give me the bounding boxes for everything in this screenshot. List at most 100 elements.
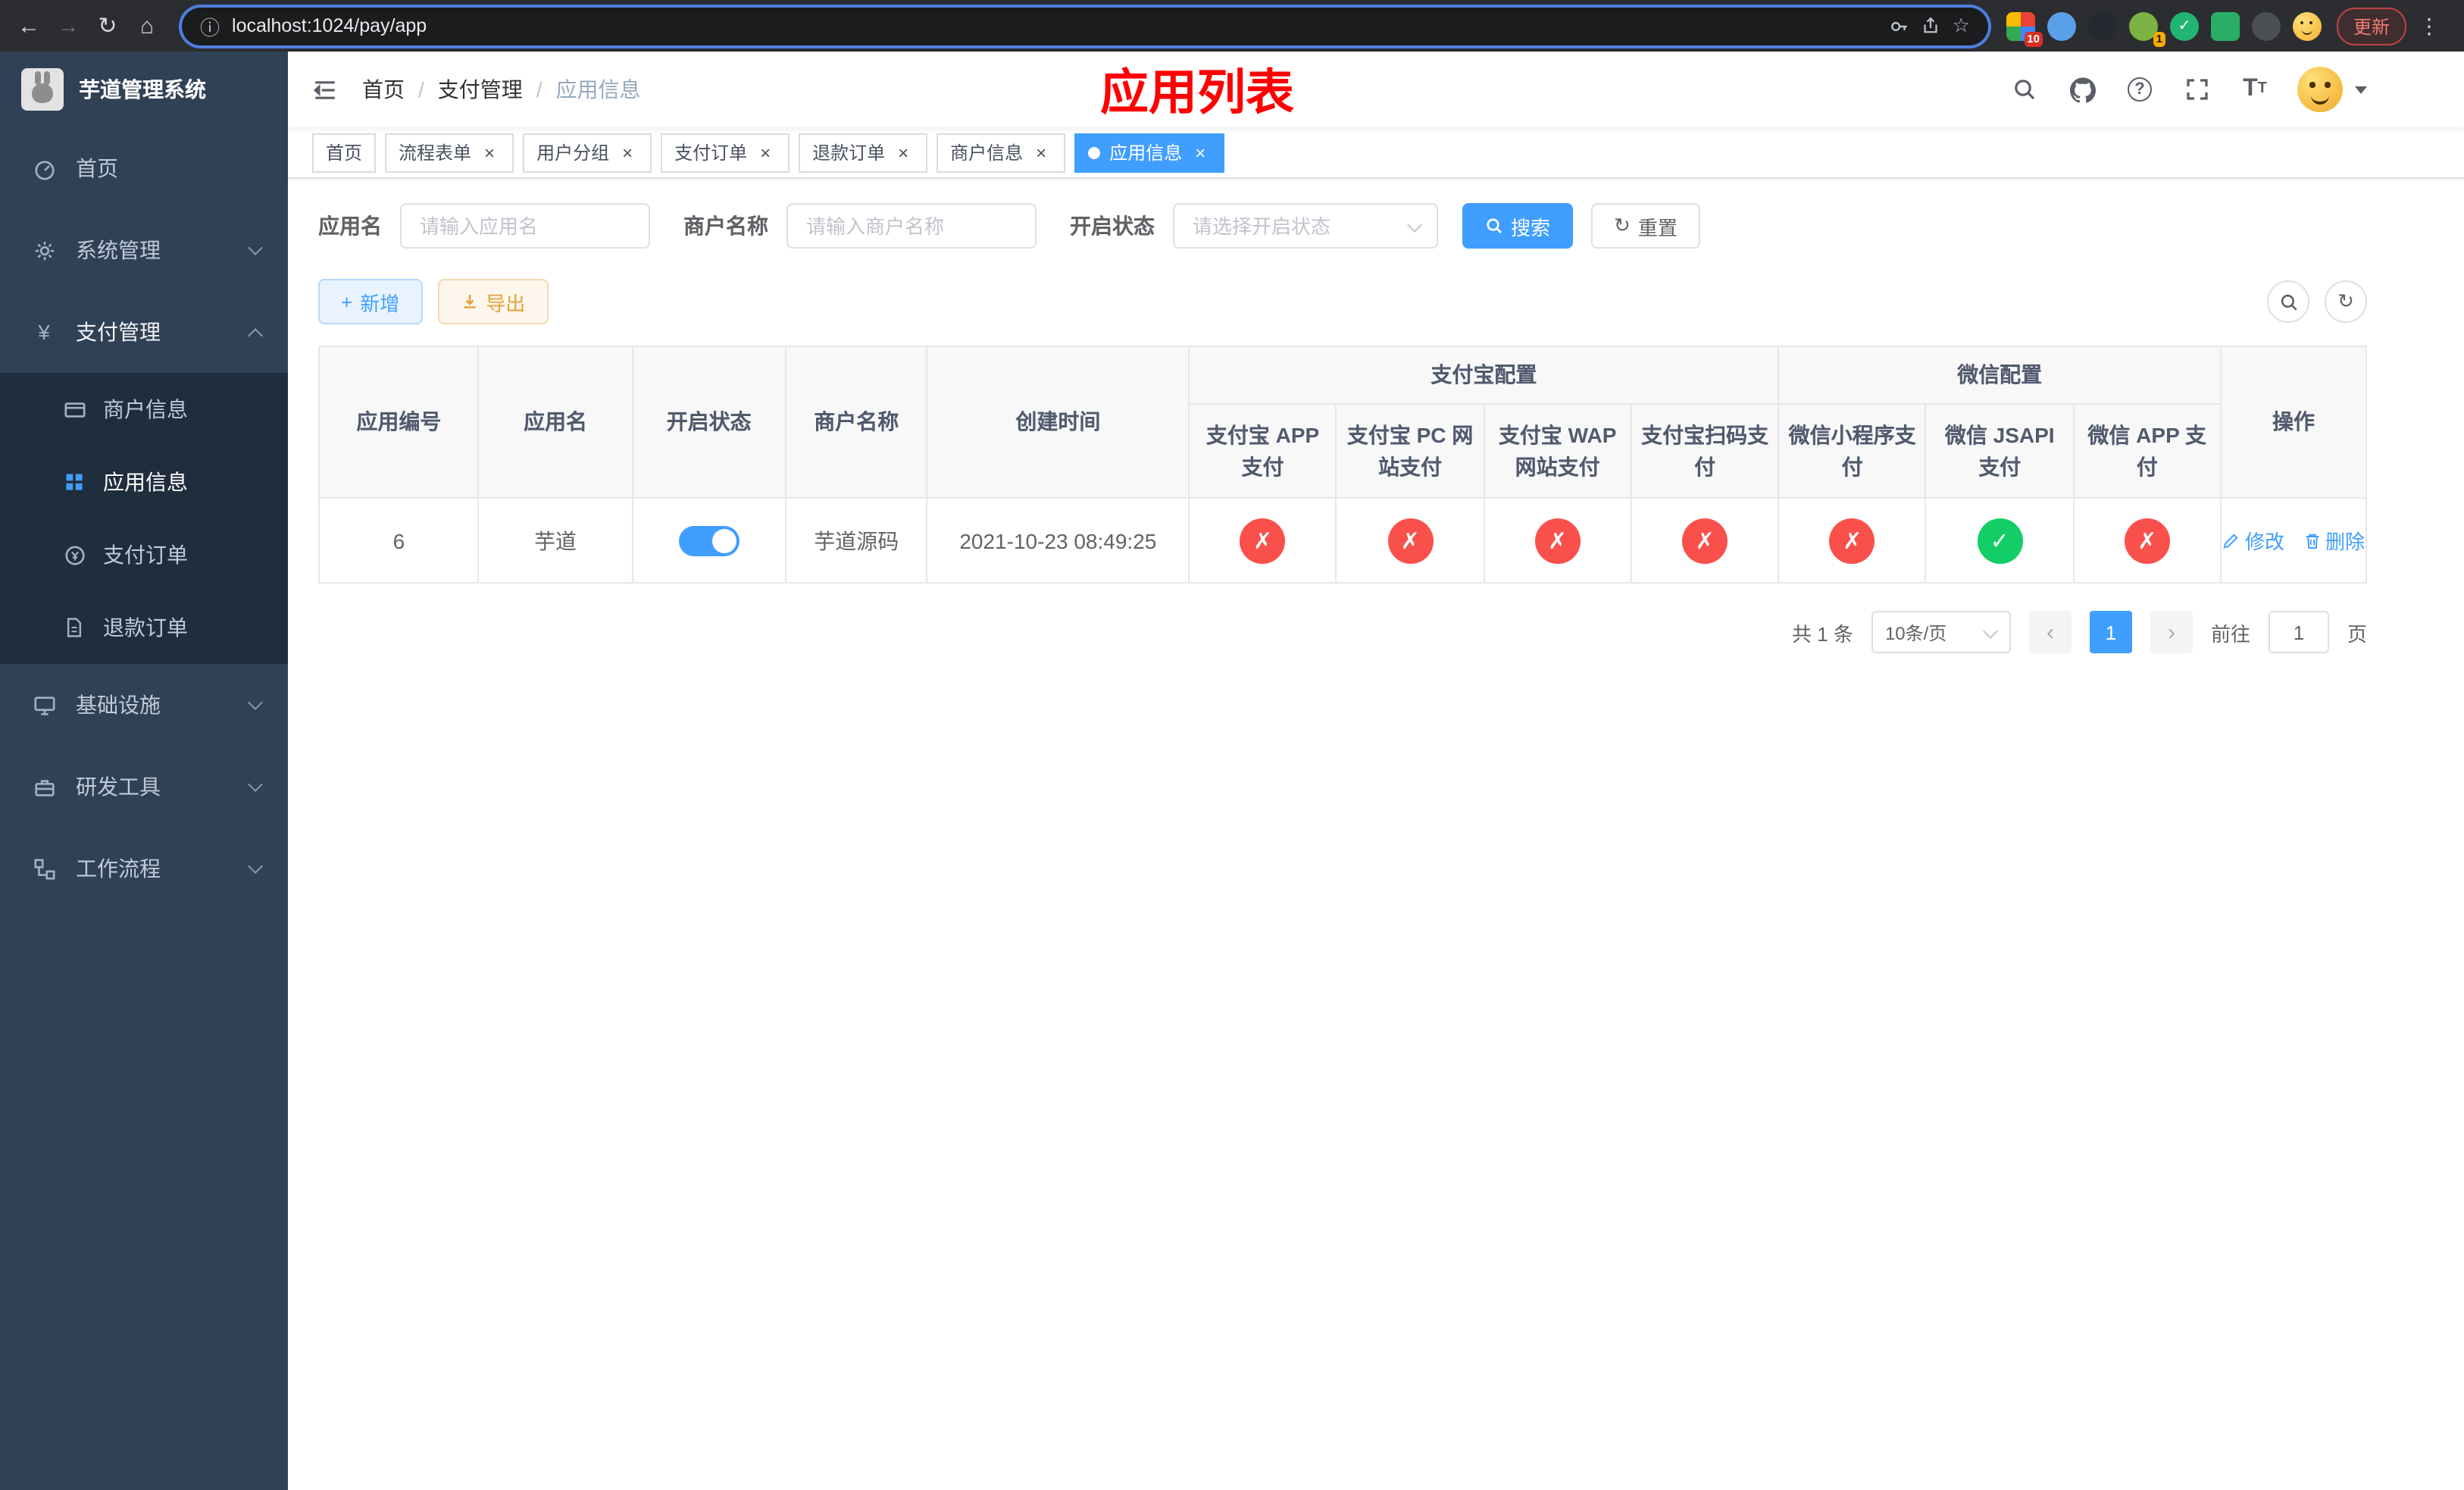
page-number-button[interactable]: 1: [2089, 611, 2132, 653]
tab-user-group[interactable]: 用户分组 ×: [523, 133, 652, 172]
extension-drop-icon[interactable]: [2047, 11, 2076, 40]
browser-update-button[interactable]: 更新: [2336, 7, 2406, 45]
merchant-name-input[interactable]: [786, 203, 1037, 249]
edit-button[interactable]: 修改: [2222, 526, 2284, 555]
tab-label: 支付订单: [674, 142, 748, 164]
delete-button[interactable]: 删除: [2303, 526, 2365, 555]
tab-refund-order[interactable]: 退款订单 ×: [799, 133, 928, 172]
col-group-wechat: 微信配置: [1778, 346, 2222, 405]
share-icon[interactable]: [1922, 17, 1940, 35]
breadcrumb: 首页 / 支付管理 / 应用信息: [362, 74, 641, 105]
breadcrumb-payment[interactable]: 支付管理: [438, 74, 523, 105]
col-header-wx-app: 微信 APP 支付: [2072, 403, 2222, 499]
total-count: 共 1 条: [1792, 622, 1853, 645]
sidebar-item-app-info[interactable]: 应用信息: [0, 446, 288, 518]
alipay-wap-cell: ✗: [1483, 497, 1632, 584]
export-button[interactable]: 导出: [437, 279, 549, 324]
breadcrumb-home[interactable]: 首页: [362, 74, 405, 105]
close-icon[interactable]: ×: [479, 142, 500, 163]
app-logo[interactable]: 芋道管理系统: [0, 52, 288, 127]
close-icon[interactable]: ×: [755, 142, 776, 163]
refresh-table-button[interactable]: ↻: [2325, 280, 2367, 323]
reset-button[interactable]: ↻ 重置: [1591, 203, 1700, 249]
font-size-icon[interactable]: TT: [2240, 74, 2270, 105]
chevron-up-icon: [248, 327, 263, 343]
forward-icon[interactable]: →: [48, 6, 88, 45]
col-group-alipay: 支付宝配置: [1188, 346, 1780, 405]
app-name-input[interactable]: [400, 203, 650, 249]
reload-icon[interactable]: ↻: [88, 6, 127, 45]
payment-submenu: 商户信息 应用信息 支付订单 退款订单: [0, 373, 288, 664]
sidebar-item-infra[interactable]: 基础设施: [0, 664, 288, 746]
status-cell: [631, 497, 787, 584]
tab-home[interactable]: 首页: [312, 133, 377, 172]
tab-merchant-info[interactable]: 商户信息 ×: [937, 133, 1066, 172]
close-icon[interactable]: ×: [893, 142, 914, 163]
extension-check-icon[interactable]: ✓: [2169, 11, 2199, 40]
active-tab-dot: [1088, 146, 1101, 158]
alipay-pc-cell: ✗: [1335, 497, 1485, 584]
sidebar-item-merchant-info[interactable]: 商户信息: [0, 373, 288, 446]
extension-puzzle-icon[interactable]: [2251, 11, 2281, 40]
browser-toolbar: ← → ↻ ⌂ ⓘ localhost:1024/pay/app ☆ 10 1 …: [0, 0, 2464, 52]
sidebar-item-label: 基础设施: [76, 693, 161, 717]
user-avatar[interactable]: [2297, 67, 2343, 112]
reload-icon: ↻: [1614, 214, 1631, 236]
bookmark-star-icon[interactable]: ☆: [1953, 14, 1970, 38]
tab-label: 流程表单: [399, 142, 472, 164]
sidebar-collapse-icon[interactable]: [312, 77, 338, 102]
help-icon[interactable]: ?: [2125, 74, 2155, 105]
sidebar-item-pay-order[interactable]: 支付订单: [0, 518, 288, 591]
search-button[interactable]: 搜索: [1462, 203, 1574, 249]
table-row: 6 芋道 芋道源码 2021-10-23 08:49:25 ✗ ✗ ✗ ✗ ✗ …: [317, 497, 2367, 584]
password-key-icon[interactable]: [1890, 16, 1910, 36]
avatar-caret-icon[interactable]: [2355, 86, 2367, 93]
sidebar-item-payment[interactable]: ¥ 支付管理: [0, 291, 288, 373]
next-page-button[interactable]: ›: [2150, 611, 2193, 653]
prev-page-button[interactable]: ‹: [2028, 611, 2072, 653]
enable-toggle[interactable]: [678, 525, 740, 556]
col-header-alipay-wap: 支付宝 WAP 网站支付: [1483, 403, 1632, 499]
tab-process-form[interactable]: 流程表单 ×: [385, 133, 514, 172]
sidebar: 芋道管理系统 首页 系统管理 ¥ 支付管理 商户信息 应用信息 支付订单 退款订…: [0, 52, 288, 1490]
sidebar-item-workflow[interactable]: 工作流程: [0, 828, 288, 909]
browser-profile-avatar[interactable]: [2292, 11, 2322, 40]
sidebar-item-label: 退款订单: [103, 615, 188, 640]
search-icon[interactable]: [2009, 74, 2040, 105]
url-bar[interactable]: ⓘ localhost:1024/pay/app ☆: [182, 7, 1988, 45]
site-info-icon[interactable]: ⓘ: [200, 11, 220, 40]
sidebar-item-system[interactable]: 系统管理: [0, 209, 288, 291]
extension-github-icon[interactable]: [2087, 11, 2117, 40]
tab-app-info[interactable]: 应用信息 ×: [1074, 133, 1225, 172]
add-button[interactable]: + 新增: [318, 279, 423, 324]
page-size-select[interactable]: 10条/页: [1871, 611, 2011, 653]
alipay-qr-cell: ✗: [1630, 497, 1780, 584]
extension-chat-icon[interactable]: [2210, 11, 2240, 40]
sidebar-item-home[interactable]: 首页: [0, 127, 288, 209]
close-icon[interactable]: ×: [617, 142, 638, 163]
bank-card-icon: [61, 398, 88, 421]
status-select[interactable]: [1173, 203, 1438, 249]
page-content: 应用名 商户名称 开启状态 搜索 ↻: [288, 179, 2464, 1490]
back-icon[interactable]: ←: [9, 6, 48, 45]
browser-home-icon[interactable]: ⌂: [127, 6, 167, 45]
sidebar-item-refund-order[interactable]: 退款订单: [0, 591, 288, 664]
col-header-alipay-app: 支付宝 APP 支付: [1188, 403, 1337, 499]
toggle-search-button[interactable]: [2267, 280, 2309, 323]
tab-pay-order[interactable]: 支付订单 ×: [661, 133, 790, 172]
close-icon[interactable]: ×: [1190, 142, 1211, 163]
url-text[interactable]: localhost:1024/pay/app: [232, 15, 1878, 36]
github-icon[interactable]: [2067, 74, 2097, 105]
fullscreen-icon[interactable]: [2182, 74, 2212, 105]
status-select-input[interactable]: [1173, 203, 1438, 249]
sidebar-item-devtools[interactable]: 研发工具: [0, 746, 288, 828]
close-icon[interactable]: ×: [1030, 142, 1052, 163]
sidebar-item-label: 研发工具: [76, 775, 161, 799]
extension-avatar-icon[interactable]: 1: [2128, 11, 2165, 46]
chevron-down-icon: [248, 239, 263, 255]
extension-grid-icon[interactable]: 10: [2006, 11, 2043, 46]
app-id-cell: 6: [317, 497, 480, 584]
goto-page-input[interactable]: [2268, 611, 2329, 653]
app-name-label: 应用名: [318, 214, 382, 238]
browser-menu-icon[interactable]: ⋮: [2416, 13, 2443, 39]
